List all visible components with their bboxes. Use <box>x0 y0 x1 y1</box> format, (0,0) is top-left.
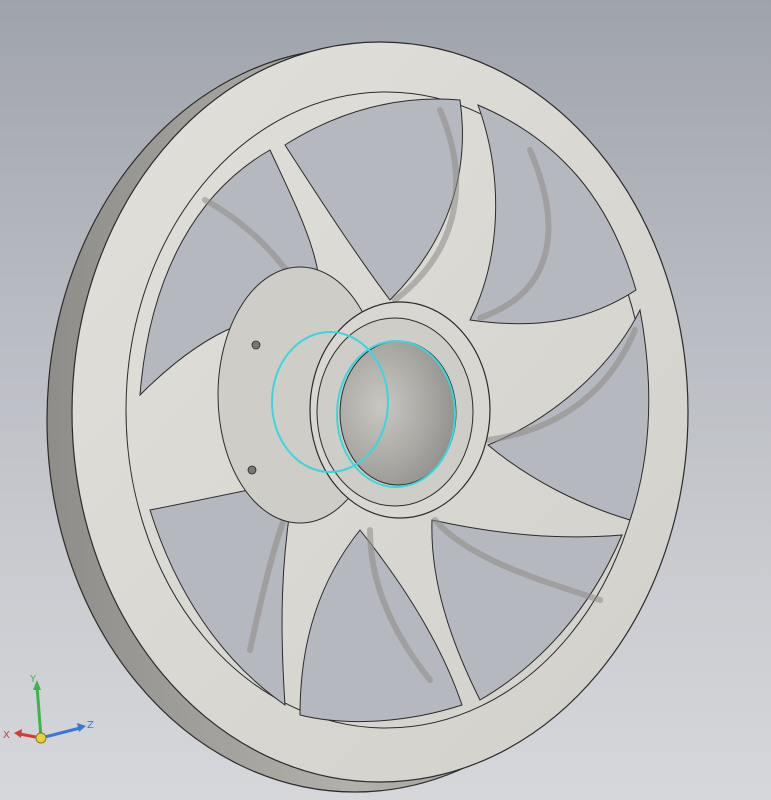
y-axis-label: Y <box>29 674 37 685</box>
triad-origin <box>35 732 47 744</box>
z-axis-arrow <box>77 723 86 732</box>
z-axis-label: Z <box>87 720 94 731</box>
flange-bolt-hole <box>251 340 261 350</box>
flange-bolt-hole <box>247 465 257 475</box>
wheel-model[interactable] <box>0 0 771 800</box>
3d-viewport[interactable]: Y Z X <box>0 0 771 800</box>
x-axis-label: X <box>3 730 10 741</box>
axis-triad: Y Z X <box>3 674 94 744</box>
z-axis-line <box>40 726 81 740</box>
x-axis-arrow <box>14 729 22 738</box>
y-axis-line <box>35 685 43 739</box>
